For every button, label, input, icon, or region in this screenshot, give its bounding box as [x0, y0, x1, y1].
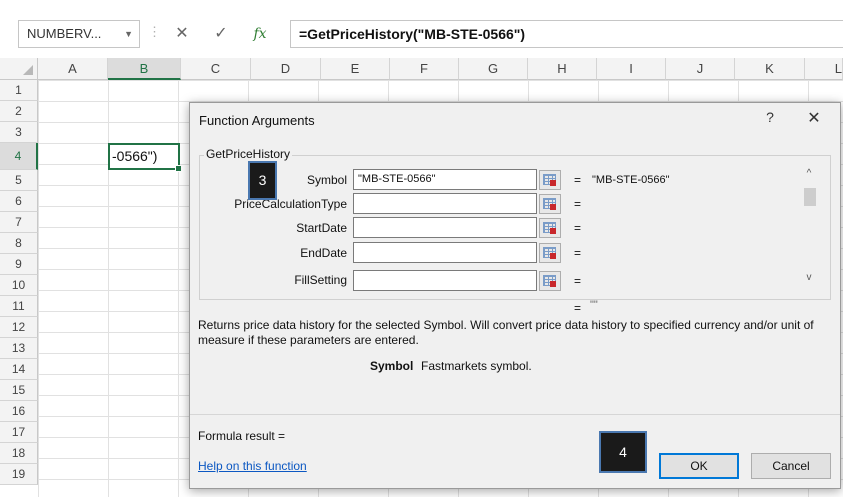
scroll-up-icon[interactable]: ^ — [801, 168, 817, 179]
insert-function-icon[interactable]: fx — [243, 20, 277, 48]
overall-result: "" — [590, 299, 598, 311]
function-arguments-dialog: Function Arguments ? ✕ GetPriceHistory S… — [189, 102, 841, 489]
arg-label-startdate: StartDate — [296, 221, 347, 235]
row-header-6[interactable]: 6 — [0, 191, 38, 212]
select-all-corner[interactable] — [0, 58, 38, 80]
chevron-down-icon[interactable]: ▼ — [124, 21, 133, 47]
range-select-icon[interactable] — [539, 271, 561, 291]
column-header-i[interactable]: I — [597, 58, 666, 80]
formula-bar: NUMBERV... ▼ ⋮ ✕ ✓ fx =GetPriceHistory("… — [0, 0, 843, 58]
range-select-icon[interactable] — [539, 194, 561, 214]
confirm-entry-icon[interactable]: ✓ — [204, 20, 238, 48]
help-icon[interactable]: ? — [760, 109, 780, 125]
column-header-l[interactable]: L — [805, 58, 843, 80]
arg-label-enddate: EndDate — [300, 246, 347, 260]
function-description: Returns price data history for the selec… — [198, 318, 814, 347]
arg-label-fillsetting: FillSetting — [294, 273, 347, 287]
row-header-16[interactable]: 16 — [0, 401, 38, 422]
fill-handle[interactable] — [175, 165, 182, 172]
row-header-9[interactable]: 9 — [0, 254, 38, 275]
column-header-c[interactable]: C — [181, 58, 251, 80]
name-box[interactable]: NUMBERV... ▼ — [18, 20, 140, 48]
range-select-icon[interactable] — [539, 170, 561, 190]
step-marker-3: 3 — [248, 161, 277, 200]
overall-equals: = — [574, 301, 582, 315]
row-header-8[interactable]: 8 — [0, 233, 38, 254]
row-header-19[interactable]: 19 — [0, 464, 38, 485]
arg-equals: = — [574, 173, 582, 187]
formula-bar-separator-icon: ⋮ — [148, 24, 161, 39]
row-header-12[interactable]: 12 — [0, 317, 38, 338]
row-header-4[interactable]: 4 — [0, 143, 38, 170]
arguments-scrollbar[interactable]: ^ v — [801, 168, 817, 288]
argument-description-text: Fastmarkets symbol. — [421, 359, 532, 373]
row-header-3[interactable]: 3 — [0, 122, 38, 143]
row-header-5[interactable]: 5 — [0, 170, 38, 191]
column-header-a[interactable]: A — [38, 58, 108, 80]
row-header-1[interactable]: 1 — [0, 80, 38, 101]
arg-equals: = — [574, 221, 582, 235]
row-header-17[interactable]: 17 — [0, 422, 38, 443]
arg-input-startdate[interactable] — [353, 217, 537, 238]
ok-button[interactable]: OK — [659, 453, 739, 479]
arg-equals: = — [574, 274, 582, 288]
row-header-10[interactable]: 10 — [0, 275, 38, 296]
column-header-b[interactable]: B — [108, 58, 181, 80]
arg-equals: = — [574, 197, 582, 211]
arg-input-enddate[interactable] — [353, 242, 537, 263]
row-header-14[interactable]: 14 — [0, 359, 38, 380]
arg-input-pricecalculationtype[interactable] — [353, 193, 537, 214]
column-header-f[interactable]: F — [390, 58, 459, 80]
column-header-g[interactable]: G — [459, 58, 528, 80]
help-on-function-link[interactable]: Help on this function — [198, 459, 307, 473]
argument-description-name: Symbol — [370, 359, 414, 373]
cancel-entry-icon[interactable]: ✕ — [165, 20, 199, 48]
formula-input[interactable]: =GetPriceHistory("MB-STE-0566") — [290, 20, 843, 48]
formula-result-label: Formula result = — [198, 429, 286, 443]
close-icon[interactable]: ✕ — [804, 108, 824, 128]
step-marker-4: 4 — [599, 431, 647, 473]
column-header-k[interactable]: K — [735, 58, 805, 80]
name-box-value: NUMBERV... — [27, 26, 102, 41]
row-header-11[interactable]: 11 — [0, 296, 38, 317]
arg-result-symbol: "MB-STE-0566" — [592, 174, 670, 186]
active-cell-text: -0566") — [112, 148, 158, 164]
arg-input-symbol[interactable]: "MB-STE-0566" — [353, 169, 537, 190]
column-header-d[interactable]: D — [251, 58, 321, 80]
range-select-icon[interactable] — [539, 243, 561, 263]
dialog-title: Function Arguments — [199, 113, 315, 128]
column-header-h[interactable]: H — [528, 58, 597, 80]
cancel-button[interactable]: Cancel — [751, 453, 831, 479]
active-cell-b4[interactable]: -0566") — [108, 143, 182, 172]
row-header-15[interactable]: 15 — [0, 380, 38, 401]
row-header-13[interactable]: 13 — [0, 338, 38, 359]
arg-input-fillsetting[interactable] — [353, 270, 537, 291]
scroll-thumb[interactable] — [804, 188, 816, 206]
scroll-down-icon[interactable]: v — [801, 272, 817, 283]
range-select-icon[interactable] — [539, 218, 561, 238]
arg-equals: = — [574, 246, 582, 260]
column-header-e[interactable]: E — [321, 58, 390, 80]
row-header-18[interactable]: 18 — [0, 443, 38, 464]
row-header-2[interactable]: 2 — [0, 101, 38, 122]
row-header-7[interactable]: 7 — [0, 212, 38, 233]
function-name: GetPriceHistory — [204, 147, 293, 161]
column-header-j[interactable]: J — [666, 58, 735, 80]
dialog-divider — [190, 414, 840, 415]
